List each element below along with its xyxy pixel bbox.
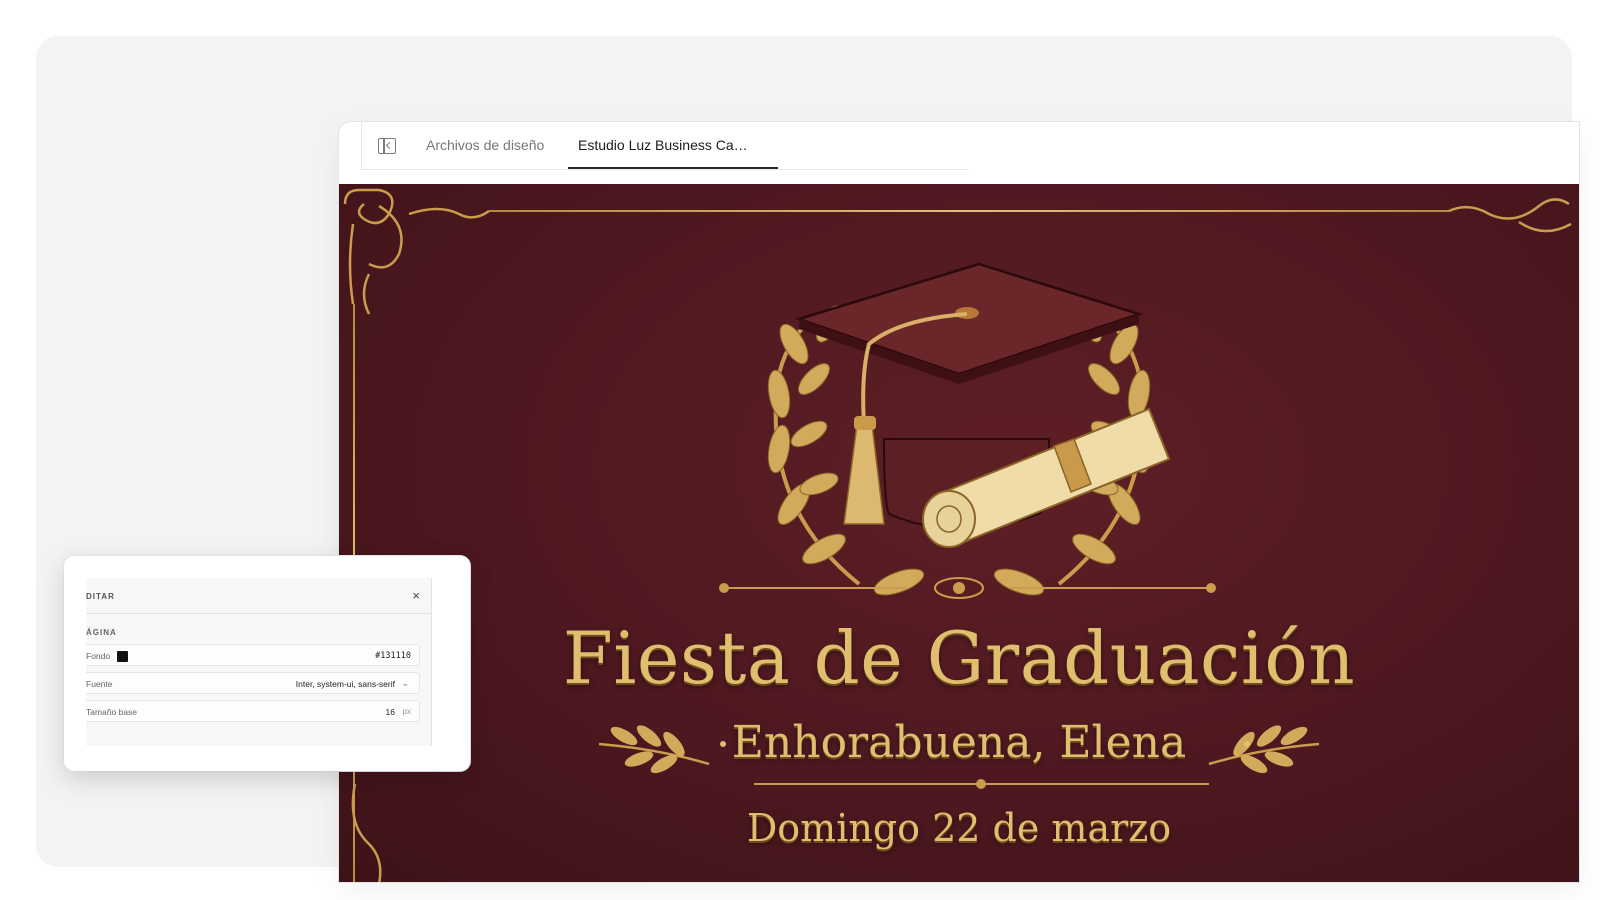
background-color-field[interactable]: Fondo #131110 — [86, 644, 420, 666]
color-swatch[interactable] — [117, 651, 128, 662]
card-date[interactable]: Domingo 22 de marzo — [339, 806, 1579, 850]
tab-bar: Archivos de diseño Estudio Luz Business … — [361, 122, 969, 170]
edit-panel-body: DITAR × ÁGINA Fondo #131110 Fuente Inter… — [86, 578, 432, 746]
edit-panel-title: DITAR — [86, 592, 115, 601]
edit-panel-header: DITAR × — [86, 578, 432, 614]
active-tab-indicator — [568, 167, 778, 169]
background-value[interactable]: #131110 — [375, 651, 411, 661]
frame-ornaments — [343, 188, 1572, 882]
base-size-unit: px — [402, 707, 411, 716]
card-subtitle[interactable]: Enhorabuena, Elena — [339, 717, 1579, 768]
subtitle-dot-right — [1244, 741, 1250, 747]
chevron-down-icon[interactable]: ⌄ — [401, 678, 409, 689]
tab-estudio-luz[interactable]: Estudio Luz Business Ca… — [578, 137, 748, 153]
close-icon[interactable]: × — [412, 588, 420, 603]
font-value[interactable]: Inter, system-ui, sans-serif — [296, 679, 395, 689]
section-label-pagina: ÁGINA — [86, 628, 117, 637]
tab-archivos-de-diseno[interactable]: Archivos de diseño — [426, 137, 544, 153]
base-size-field[interactable]: Tamaño base 16 px — [86, 700, 420, 722]
card-title[interactable]: Fiesta de Graduación — [339, 616, 1579, 700]
sidebar-toggle-icon[interactable] — [378, 138, 396, 154]
font-label: Fuente — [86, 679, 113, 689]
font-select[interactable]: Fuente Inter, system-ui, sans-serif ⌄ — [86, 672, 420, 694]
app-window: Archivos de diseño Estudio Luz Business … — [339, 122, 1579, 882]
background-label: Fondo — [86, 651, 111, 661]
edit-panel: DITAR × ÁGINA Fondo #131110 Fuente Inter… — [64, 556, 470, 771]
design-canvas[interactable]: Fiesta de Graduación Enhorabuena, Elena … — [339, 184, 1579, 882]
base-size-label: Tamaño base — [86, 707, 138, 717]
base-size-value[interactable]: 16 — [386, 707, 395, 717]
